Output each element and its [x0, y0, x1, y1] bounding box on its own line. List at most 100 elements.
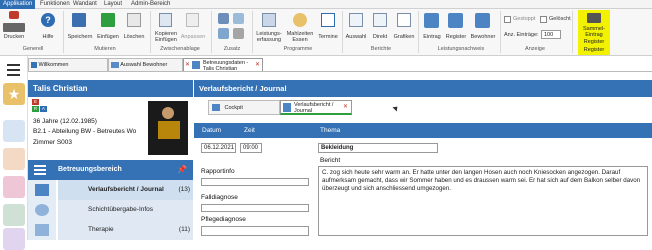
printer-icon	[3, 23, 25, 32]
close-icon[interactable]: ✕	[185, 62, 190, 68]
falldiagnose-label: Falldiagnose	[201, 194, 238, 201]
gestoppt-checkbox[interactable]	[504, 16, 511, 23]
time-field[interactable]: 09:00	[240, 143, 262, 153]
section-hamburger-icon[interactable]	[34, 165, 46, 175]
therapy-icon	[35, 224, 49, 236]
add-icon	[101, 13, 115, 27]
document-tab-strip: Willkommen Auswahl Bewohner ✕ Betreuungs…	[0, 56, 652, 72]
group-divider	[418, 11, 419, 53]
pflegediagnose-field[interactable]	[201, 226, 309, 236]
column-thema: Thema	[320, 127, 341, 134]
group-divider	[63, 11, 64, 53]
bericht-textarea[interactable]: C. zog sich heute sehr warm an. Er hatte…	[318, 166, 648, 236]
patient-age: 36 Jahre (12.02.1985)	[33, 118, 97, 125]
rapportinfo-label: Rapportinfo	[201, 168, 235, 175]
sammel-icon	[587, 13, 601, 23]
report-direct-icon	[373, 13, 387, 27]
column-zeit: Zeit	[244, 127, 255, 134]
group-icon	[111, 61, 119, 68]
anz-eintraege-label: Anz. Einträge:	[504, 32, 539, 38]
group-divider	[572, 11, 573, 53]
meal-icon	[293, 13, 307, 27]
group-label-register: Register	[583, 47, 605, 53]
checkmark-register-icon	[448, 13, 463, 28]
medical-icon[interactable]	[3, 228, 25, 250]
anz-eintraege-select[interactable]: 100	[541, 30, 561, 39]
house-icon[interactable]	[3, 148, 25, 170]
subtab-verlaufsbericht[interactable]: Verlaufsbericht / Journal ✕	[280, 100, 352, 115]
badge-r: R	[32, 106, 39, 112]
group-label-zusatz: Zusatz	[223, 46, 241, 52]
zusatz-tool-icon-1[interactable]	[218, 13, 229, 24]
mouse-cursor-icon	[392, 104, 400, 112]
geloescht-checkbox[interactable]	[540, 16, 547, 23]
checkmark-icon	[424, 13, 439, 28]
handover-icon	[35, 204, 49, 216]
column-datum: Datum	[202, 127, 222, 134]
journal-icon	[35, 184, 49, 196]
photo-instrument	[158, 121, 180, 139]
betreuung-icon-column	[28, 180, 56, 240]
pin-icon[interactable]: 📌	[177, 160, 187, 180]
group-divider	[500, 11, 501, 53]
family-icon[interactable]	[3, 176, 25, 198]
rapportinfo-field[interactable]	[201, 178, 309, 186]
close-icon[interactable]: ✕	[255, 62, 260, 68]
gestoppt-label: Gestoppt	[513, 16, 536, 22]
zusatz-tool-icon-4[interactable]	[233, 28, 244, 39]
patient-name-header: Talis Christian	[28, 80, 193, 97]
nav-item-verlaufsbericht[interactable]: Verlaufsbericht / Journal (13)	[58, 180, 193, 200]
date-field[interactable]: 06.12.2021	[201, 143, 236, 153]
group-label-leistungsnachweis: Leistungsnachweis	[437, 46, 485, 52]
patient-photo	[148, 101, 188, 155]
save-icon	[72, 13, 86, 27]
patient-unit: B2.1 - Abteilung BW - Betreutes Wo	[33, 128, 137, 135]
group-divider	[252, 11, 253, 53]
chart-icon	[397, 13, 411, 27]
tab-willkommen[interactable]: Willkommen	[28, 58, 108, 71]
tab-betreuungsdaten[interactable]: ✕ Betreuungsdaten - Talis Christian ✕	[183, 58, 263, 72]
help-icon: ?	[41, 13, 55, 27]
calendar-icon	[321, 13, 335, 27]
journal-tab-icon	[283, 103, 291, 112]
bericht-label: Bericht	[320, 157, 341, 164]
falldiagnose-field[interactable]	[201, 204, 309, 212]
close-icon[interactable]: ✕	[343, 104, 348, 110]
nav-item-schichtuebergabe[interactable]: Schichtübergabe-Infos	[58, 200, 193, 220]
tab-auswahl-bewohner[interactable]: Auswahl Bewohner	[108, 58, 183, 71]
menu-tab-applikation[interactable]: Applikation	[0, 0, 36, 9]
close-x-icon	[9, 11, 19, 19]
sub-tab-strip: Cockpit Verlaufsbericht / Journal ✕	[194, 97, 652, 117]
zusatz-tool-icon-2[interactable]	[233, 13, 244, 24]
subtab-cockpit[interactable]: Cockpit	[208, 100, 280, 115]
journal-column-header: Datum Zeit Thema	[194, 123, 652, 138]
group-label-berichte: Berichte	[370, 46, 392, 52]
thema-field[interactable]: Bekleidung	[318, 143, 438, 153]
left-icon-rail: ★	[0, 56, 28, 250]
home-icon	[31, 61, 37, 68]
betreuungsbereich-header: Betreuungsbereich 📌	[28, 160, 193, 180]
patient-room: Zimmer S003	[33, 139, 73, 146]
ribbon-toolbar: Drucken ? Hilfe Generell Speichern Einfü…	[0, 9, 652, 56]
photo-face	[162, 107, 174, 119]
menu-tab-admin[interactable]: Admin-Bereich	[131, 0, 170, 9]
zusatz-tool-icon-3[interactable]	[218, 28, 229, 39]
delete-icon	[127, 13, 141, 27]
care-icon[interactable]	[3, 204, 25, 226]
cockpit-icon	[212, 104, 220, 112]
menu-tab-wandant[interactable]: Wandant	[73, 0, 97, 9]
pflegediagnose-label: Pflegediagnose	[201, 216, 246, 223]
group-label-anzeige: Anzeige	[525, 46, 545, 52]
group-label-mutieren: Mutieren	[94, 46, 116, 52]
nav-item-therapie[interactable]: Therapie (11)	[58, 220, 193, 240]
badge-a: A	[40, 106, 47, 112]
copy-icon	[159, 13, 172, 27]
menu-tab-layout[interactable]: Layout	[104, 0, 122, 9]
menu-tab-funktionen[interactable]: Funktionen	[40, 0, 70, 9]
document-icon	[192, 61, 200, 69]
geloescht-label: Gelöscht	[549, 16, 571, 22]
star-icon[interactable]: ★	[3, 83, 25, 105]
group-divider	[342, 11, 343, 53]
menu-hamburger-icon[interactable]	[2, 61, 25, 78]
person-icon[interactable]	[3, 120, 25, 142]
